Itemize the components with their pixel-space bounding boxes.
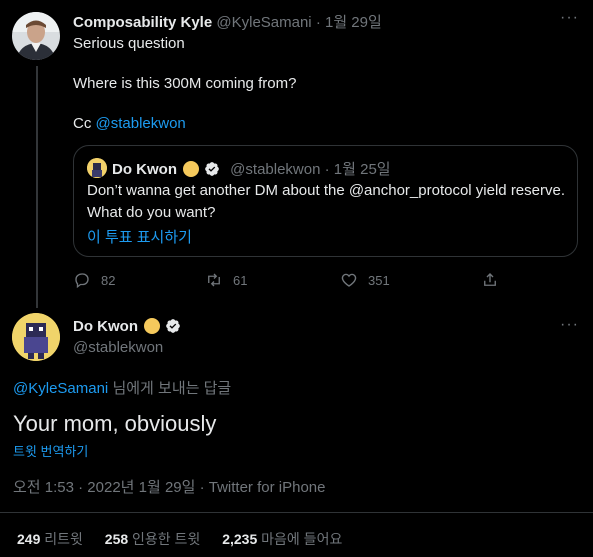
reply-context: @KyleSamani 님에게 보내는 답글	[13, 377, 231, 398]
quotes-value: 258	[104, 531, 129, 547]
tweet2-handle[interactable]: @stablekwon	[73, 339, 163, 356]
retweets-value: 249	[17, 531, 41, 547]
avatar-dokwon[interactable]	[12, 313, 60, 361]
quotes-label: 인용한 트윗	[132, 531, 201, 547]
tweet1-line1: Serious question	[73, 35, 185, 52]
translate-tweet-link[interactable]: 트윗 번역하기	[13, 441, 88, 460]
quoted-avatar-dokwon	[87, 158, 107, 178]
tweet1-cc-prefix: Cc	[73, 115, 96, 132]
reply-to-mention-link[interactable]: @KyleSamani	[13, 380, 108, 397]
tweet1-handle[interactable]: @KyleSamani	[216, 14, 311, 31]
thread-connector-line	[36, 66, 38, 308]
tweet1-header: Composability Kyle @KyleSamani · 1월 29일	[73, 11, 382, 32]
likes-label: 마음에 들어요	[261, 531, 343, 547]
retweet-icon	[208, 273, 220, 287]
verified-icon	[166, 319, 180, 333]
quoted-text-line2: What do you want?	[87, 204, 216, 221]
retweets-stat[interactable]: 249 리트윗	[17, 531, 83, 547]
quoted-handle: @stablekwon	[230, 161, 321, 178]
tweet1-author-name[interactable]: Composability Kyle	[73, 14, 212, 31]
likes-stat[interactable]: 2,235 마음에 들어요	[222, 531, 342, 547]
stats-row: 249 리트윗 258 인용한 트윗 2,235 마음에 들어요	[17, 529, 342, 549]
quoted-separator: ·	[324, 161, 330, 178]
reply-button[interactable]: 82	[73, 271, 115, 289]
reply-to-suffix: 님에게 보내는 답글	[108, 380, 232, 397]
verified-icon	[205, 162, 219, 176]
share-button[interactable]	[481, 271, 499, 289]
like-count: 351	[368, 272, 390, 288]
quoted-tweet-card[interactable]: Do Kwon @stablekwon · 1월 25일 Don’t wanna…	[73, 145, 578, 257]
share-icon	[484, 273, 496, 286]
tweet2-text: Your mom, obviously	[13, 411, 217, 436]
reply-icon	[75, 273, 89, 289]
quoted-text-line1: Don’t wanna get another DM about the @an…	[87, 182, 566, 199]
like-button[interactable]: 351	[340, 271, 390, 289]
gold-badge-icon	[183, 161, 199, 177]
tweet2-author-name[interactable]: Do Kwon	[73, 318, 138, 335]
quotes-stat[interactable]: 258 인용한 트윗	[105, 531, 201, 547]
retweets-label: 리트윗	[44, 531, 83, 547]
quoted-date: 1월 25일	[333, 161, 391, 178]
tweet1-more-icon[interactable]: ···	[560, 9, 579, 27]
gold-badge-icon	[144, 318, 160, 334]
likes-value: 2,235	[222, 531, 258, 547]
tweet1-date[interactable]: 1월 29일	[325, 14, 382, 31]
retweet-count: 61	[233, 272, 248, 288]
like-icon	[341, 273, 357, 287]
retweet-button[interactable]: 61	[205, 271, 247, 289]
tweet1-separator: ·	[315, 14, 321, 31]
avatar-kyle[interactable]	[12, 12, 60, 60]
stats-top-divider	[0, 512, 593, 513]
quoted-author-name: Do Kwon	[112, 161, 177, 178]
reply-count: 82	[101, 272, 116, 288]
tweet2-timestamp[interactable]: 오전 1:53 · 2022년 1월 29일 · Twitter for iPh…	[13, 476, 325, 497]
tweet2-name-row: Do Kwon	[73, 318, 181, 335]
tweet1-line2: Where is this 300M coming from?	[73, 75, 297, 92]
quoted-header: Do Kwon @stablekwon · 1월 25일	[112, 158, 391, 179]
tweet1-line3: Cc @stablekwon	[73, 115, 186, 132]
tweet1-mention-link[interactable]: @stablekwon	[96, 115, 186, 132]
show-poll-link[interactable]: 이 투표 표시하기	[87, 226, 192, 247]
tweet2-more-icon[interactable]: ···	[560, 316, 579, 334]
